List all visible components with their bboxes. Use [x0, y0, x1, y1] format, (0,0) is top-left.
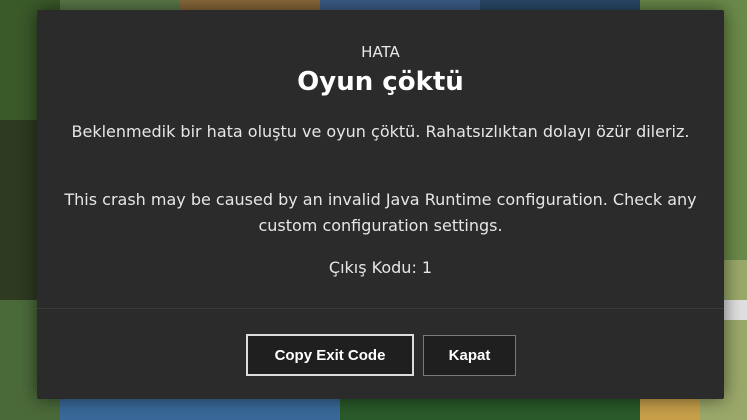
exit-code-label: Çıkış Kodu: 1	[328, 258, 433, 277]
dialog-divider	[37, 308, 724, 309]
crash-message: Beklenmedik bir hata oluştu ve oyun çökt…	[71, 122, 690, 141]
crash-dialog: HATA Oyun çöktü Beklenmedik bir hata olu…	[37, 10, 724, 399]
copy-exit-code-button[interactable]: Copy Exit Code	[246, 334, 414, 376]
dialog-kicker: HATA	[361, 43, 400, 61]
dialog-title: Oyun çöktü	[297, 67, 464, 97]
crash-hint: This crash may be caused by an invalid J…	[64, 190, 697, 235]
close-button[interactable]: Kapat	[423, 335, 516, 376]
background-tile	[720, 300, 747, 320]
